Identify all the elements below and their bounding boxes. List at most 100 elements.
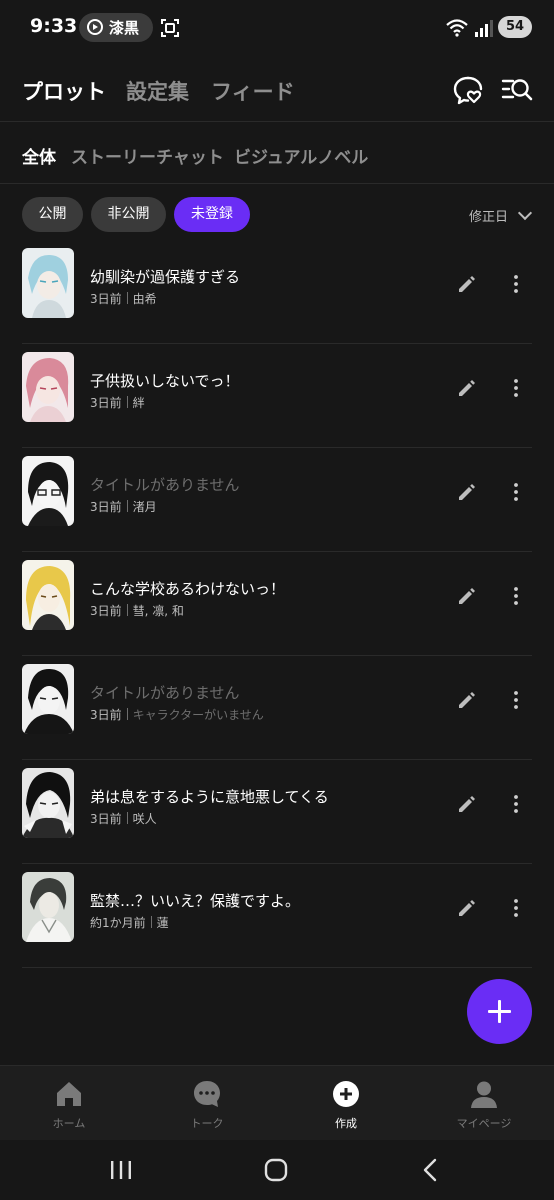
story-title: タイトルがありません [90, 684, 240, 702]
story-characters: 絆 [132, 396, 145, 410]
filter-private-chip[interactable]: 非公開 [91, 197, 166, 232]
recent-apps-icon[interactable] [108, 1157, 134, 1183]
tab-settings-collection[interactable]: 設定集 [126, 76, 189, 106]
story-item[interactable]: タイトルがありません 3日前 渚月 [22, 448, 532, 552]
nav-home-label: ホーム [52, 1117, 86, 1130]
create-fab-button[interactable] [467, 979, 532, 1044]
more-vertical-icon[interactable] [506, 585, 526, 607]
nav-mypage[interactable]: マイページ [415, 1066, 553, 1141]
story-meta: 3日前 彗, 凛, 和 [90, 602, 184, 619]
nav-mypage-label: マイページ [456, 1117, 512, 1130]
tab-plot[interactable]: プロット [22, 76, 106, 106]
story-meta: 約1か月前蓮 [90, 914, 169, 931]
more-vertical-icon[interactable] [506, 273, 526, 295]
story-meta: 3日前 由希 [90, 290, 157, 307]
story-title: 監禁…？いいえ？保護ですよ。 [90, 892, 301, 910]
story-updated-time: 3日前 [90, 708, 122, 722]
user-icon [471, 1081, 497, 1108]
chat-bubble-icon [194, 1081, 220, 1107]
edit-icon[interactable] [456, 377, 478, 399]
story-thumbnail [22, 768, 74, 838]
edit-icon[interactable] [456, 481, 478, 503]
nav-create-label: 作成 [335, 1117, 357, 1130]
story-characters: 蓮 [156, 916, 169, 930]
story-meta: 3日前 渚月 [90, 498, 157, 515]
system-nav-bar [0, 1140, 554, 1200]
sort-dropdown[interactable]: 修正日 [468, 205, 533, 225]
nav-create[interactable]: 作成 [277, 1066, 415, 1141]
battery-indicator: 54 [498, 16, 532, 38]
story-title: こんな学校あるわけないっ！ [90, 580, 286, 598]
story-thumbnail [22, 664, 74, 734]
story-thumbnail [22, 248, 74, 318]
story-item[interactable]: 子供扱いしないでっ！ 3日前絆 [22, 344, 532, 448]
filter-unregistered-chip[interactable]: 未登録 [174, 197, 250, 232]
signal-icon [475, 20, 493, 37]
edit-icon[interactable] [456, 897, 478, 919]
story-meta: 3日前 咲人 [90, 810, 157, 827]
edit-icon[interactable] [456, 273, 478, 295]
filter-public-chip[interactable]: 公開 [22, 197, 83, 232]
sub-tab-bar: 全体 ストーリーチャット ビジュアルノベル [0, 123, 554, 184]
chat-heart-icon[interactable] [452, 75, 484, 105]
nav-home[interactable]: ホーム [0, 1066, 138, 1141]
top-header: プロット 設定集 フィード [0, 56, 554, 122]
bottom-nav: ホーム トーク 作成 マイページ [0, 1065, 554, 1140]
subtab-story-chat[interactable]: ストーリーチャット [71, 143, 224, 168]
story-item[interactable]: 監禁…？いいえ？保護ですよ。 約1か月前蓮 [22, 864, 532, 968]
story-meta: 3日前絆 [90, 394, 145, 411]
story-item[interactable]: 幼馴染が過保護すぎる 3日前 由希 [22, 240, 532, 344]
search-list-icon[interactable] [501, 75, 533, 105]
story-title: 弟は息をするように意地悪してくる [90, 788, 329, 806]
story-updated-time: 約1か月前 [90, 916, 146, 930]
edit-icon[interactable] [456, 689, 478, 711]
story-thumbnail [22, 456, 74, 526]
home-button-icon[interactable] [263, 1157, 289, 1183]
story-item[interactable]: こんな学校あるわけないっ！ 3日前 彗, 凛, 和 [22, 552, 532, 656]
edit-icon[interactable] [456, 585, 478, 607]
subtab-all[interactable]: 全体 [22, 143, 56, 168]
meta-divider [126, 708, 128, 720]
story-updated-time: 3日前 [90, 604, 122, 618]
chevron-down-icon [517, 205, 533, 221]
screen-capture-icon [161, 19, 179, 37]
meta-divider [126, 396, 128, 408]
story-updated-time: 3日前 [90, 500, 122, 514]
edit-icon[interactable] [456, 793, 478, 815]
story-title: タイトルがありません [90, 476, 240, 494]
story-item[interactable]: 弟は息をするように意地悪してくる 3日前 咲人 [22, 760, 532, 864]
story-updated-time: 3日前 [90, 396, 122, 410]
more-vertical-icon[interactable] [506, 481, 526, 503]
plus-circle-icon [333, 1081, 359, 1107]
recording-pill[interactable]: 漆黒 [79, 13, 153, 42]
subtab-visual-novel[interactable]: ビジュアルノベル [234, 143, 368, 168]
more-vertical-icon[interactable] [506, 689, 526, 711]
story-thumbnail [22, 872, 74, 942]
story-item[interactable]: タイトルがありません 3日前 キャラクターがいません [22, 656, 532, 760]
tab-feed[interactable]: フィード [211, 76, 295, 106]
story-title: 幼馴染が過保護すぎる [90, 268, 241, 286]
story-characters: 彗, 凛, 和 [132, 604, 184, 618]
more-vertical-icon[interactable] [506, 793, 526, 815]
clock: 9:33 [30, 15, 78, 37]
sort-label: 修正日 [468, 210, 508, 225]
story-characters: キャラクターがいません [132, 708, 264, 722]
meta-divider [126, 500, 128, 512]
more-vertical-icon[interactable] [506, 897, 526, 919]
record-icon [87, 19, 103, 35]
meta-divider [126, 292, 128, 304]
recording-pill-label: 漆黒 [109, 19, 140, 37]
meta-divider [126, 604, 128, 616]
more-vertical-icon[interactable] [506, 377, 526, 399]
back-icon[interactable] [418, 1157, 444, 1183]
story-characters: 渚月 [132, 500, 157, 514]
story-characters: 咲人 [132, 812, 157, 826]
meta-divider [150, 916, 152, 928]
home-icon [57, 1082, 81, 1106]
nav-talk[interactable]: トーク [138, 1066, 276, 1141]
story-thumbnail [22, 352, 74, 422]
story-title: 子供扱いしないでっ！ [90, 372, 240, 390]
story-characters: 由希 [132, 292, 157, 306]
status-bar: 9:33 漆黒 54 [0, 0, 554, 56]
wifi-icon [446, 19, 468, 37]
